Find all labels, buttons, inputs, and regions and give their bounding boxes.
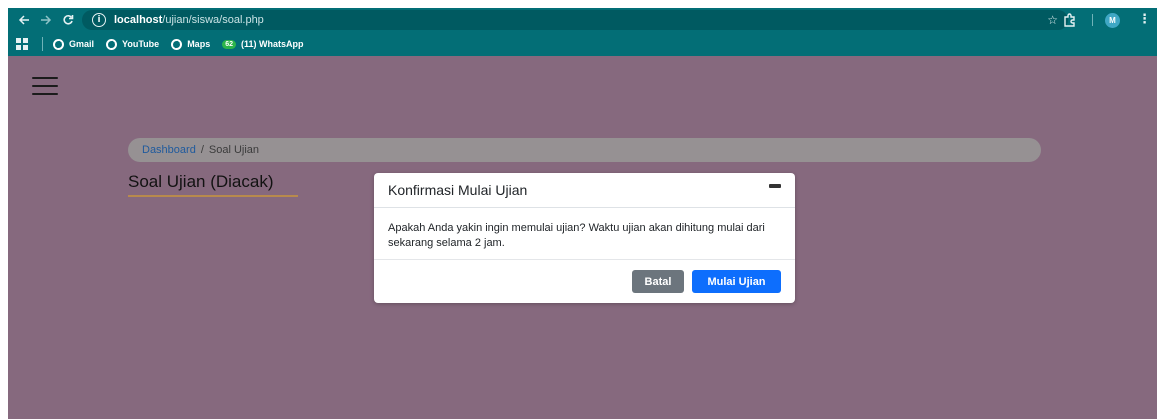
modal-title: Konfirmasi Mulai Ujian (388, 182, 528, 198)
modal-message: Apakah Anda yakin ingin memulai ujian? W… (374, 208, 795, 260)
confirm-modal: Konfirmasi Mulai Ujian Apakah Anda yakin… (374, 173, 795, 303)
bookmark-label: (11) WhatsApp (241, 39, 304, 49)
apps-icon[interactable] (16, 38, 28, 50)
bookmarks-bar: Gmail YouTube Maps 62 (11) WhatsApp (8, 32, 1157, 56)
url-path: /ujian/siswa/soal.php (162, 14, 264, 26)
url-bar[interactable]: i localhost/ujian/siswa/soal.php ☆ (82, 10, 1068, 30)
bookmark-label: Gmail (69, 39, 95, 49)
profile-avatar[interactable]: M (1105, 13, 1120, 28)
back-icon[interactable] (14, 10, 34, 30)
bookmark-label: YouTube (122, 39, 160, 49)
reload-icon[interactable] (58, 10, 78, 30)
globe-icon (53, 38, 64, 50)
bookmark-youtube[interactable]: YouTube (106, 38, 160, 50)
modal-footer: Batal Mulai Ujian (374, 260, 795, 303)
forward-icon[interactable] (36, 10, 56, 30)
whatsapp-badge: 62 (222, 39, 236, 49)
breadcrumb: Dashboard / Soal Ujian (128, 138, 1041, 162)
breadcrumb-separator: / (200, 144, 204, 156)
page-title: Soal Ujian (Diacak) (128, 172, 274, 191)
page-content: Dashboard / Soal Ujian Soal Ujian (Diaca… (8, 56, 1157, 419)
bookmark-whatsapp[interactable]: 62 (11) WhatsApp (222, 39, 304, 49)
globe-icon (171, 38, 183, 50)
title-underline (128, 195, 298, 197)
address-bar-row: i localhost/ujian/siswa/soal.php ☆ M ⋮ (8, 8, 1157, 32)
breadcrumb-current: Soal Ujian (208, 144, 260, 156)
info-icon[interactable]: i (92, 13, 106, 27)
url-host: localhost (114, 14, 163, 26)
hamburger-menu-icon[interactable] (32, 77, 58, 95)
star-icon[interactable]: ☆ (1047, 13, 1058, 27)
globe-icon (106, 38, 118, 50)
close-icon[interactable] (769, 184, 781, 188)
browser-window: i localhost/ujian/siswa/soal.php ☆ M ⋮ G… (8, 8, 1157, 419)
bookmark-label: Maps (187, 39, 211, 49)
start-exam-button[interactable]: Mulai Ujian (692, 270, 781, 293)
bookmark-gmail[interactable]: Gmail (53, 38, 95, 50)
bookmarks-divider (42, 37, 43, 51)
breadcrumb-dashboard-link[interactable]: Dashboard (142, 144, 196, 156)
menu-icon[interactable]: ⋮ (1138, 12, 1151, 27)
bookmark-maps[interactable]: Maps (171, 38, 211, 50)
modal-header: Konfirmasi Mulai Ujian (374, 173, 795, 208)
extensions-icon[interactable] (1062, 12, 1078, 28)
cancel-button[interactable]: Batal (632, 270, 684, 293)
toolbar-divider (1092, 14, 1093, 26)
